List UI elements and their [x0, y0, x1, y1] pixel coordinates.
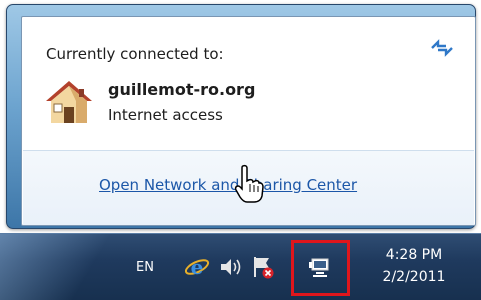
house-icon: [46, 81, 92, 123]
connected-title: Currently connected to:: [46, 45, 224, 63]
clock-date: 2/2/2011: [382, 269, 446, 285]
network-status: Internet access: [108, 106, 223, 124]
action-center-flag-icon[interactable]: [251, 254, 275, 280]
hand-cursor-icon: [234, 164, 264, 203]
taskbar-clock[interactable]: 4:28 PM 2/2/2011: [360, 244, 468, 288]
language-indicator[interactable]: EN: [136, 260, 154, 275]
open-network-sharing-center-link[interactable]: Open Network and Sharing Center: [99, 176, 357, 194]
taskbar-glass: [0, 234, 120, 300]
clock-time: 4:28 PM: [385, 247, 443, 263]
refresh-icon[interactable]: [430, 39, 454, 57]
speaker-icon[interactable]: [218, 256, 244, 278]
taskbar: EN e 4:28 PM 2/2/2011: [0, 233, 481, 300]
svg-text:e: e: [191, 255, 204, 279]
ie-icon[interactable]: e: [184, 254, 210, 280]
network-name: guillemot-ro.org: [108, 80, 256, 99]
network-icon[interactable]: [307, 254, 333, 280]
